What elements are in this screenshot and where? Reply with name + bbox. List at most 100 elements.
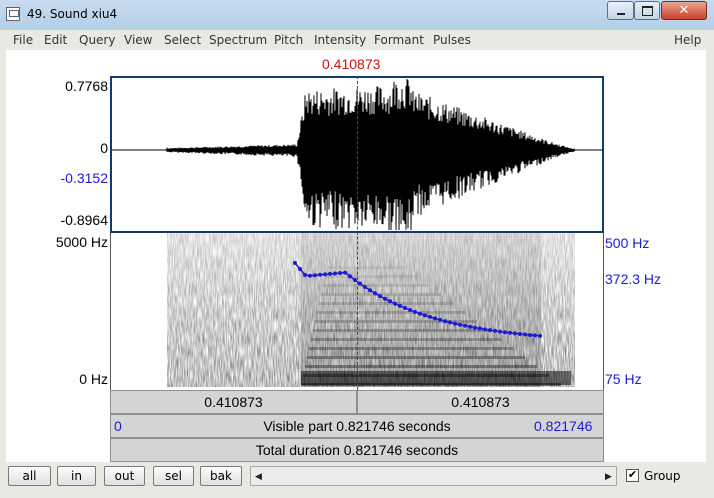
menu-select[interactable]: Select: [164, 33, 201, 47]
minimize-button[interactable]: [607, 1, 634, 20]
pitch-point: [408, 308, 412, 312]
visible-part-bar[interactable]: Visible part 0.821746 seconds: [110, 414, 604, 438]
total-duration-bar[interactable]: Total duration 0.821746 seconds: [110, 438, 604, 462]
pitch-min-label: 75 Hz: [605, 371, 642, 387]
pitch-point: [403, 306, 407, 310]
close-button[interactable]: ✕: [661, 1, 707, 20]
spec-fmax-label: 5000 Hz: [55, 234, 108, 250]
pitch-point: [513, 331, 517, 336]
pitch-point: [343, 270, 347, 275]
pitch-point: [423, 313, 427, 318]
spec-fmin-label: 0 Hz: [79, 371, 108, 387]
menu-query[interactable]: Query: [79, 33, 115, 47]
app-icon[interactable]: [6, 7, 20, 21]
maximize-button[interactable]: [634, 1, 660, 20]
maximize-icon: [641, 5, 653, 16]
pitch-point: [478, 326, 482, 331]
visible-end-label: 0.821746: [534, 418, 593, 434]
pitch-point: [318, 272, 322, 277]
pitch-point: [368, 288, 372, 293]
pitch-point: [303, 273, 307, 277]
pitch-point: [398, 303, 402, 308]
scroll-right-icon[interactable]: ▶: [601, 467, 616, 485]
pitch-point: [313, 273, 317, 278]
wave-ymin-label: -0.8964: [60, 212, 108, 228]
horizontal-scrollbar[interactable]: ◀ ▶: [250, 466, 617, 486]
pitch-point: [333, 271, 337, 276]
pitch-point: [488, 328, 492, 333]
pitch-point: [308, 273, 312, 278]
pitch-point: [453, 321, 457, 326]
zoom-in-button[interactable]: in: [57, 466, 96, 486]
menu-pulses[interactable]: Pulses: [433, 33, 471, 47]
segment-left-label: 0.410873: [204, 394, 263, 410]
menu-help[interactable]: Help: [674, 33, 701, 47]
pitch-value-label: 372.3 Hz: [605, 271, 662, 287]
pitch-point: [383, 296, 387, 301]
menu-intensity[interactable]: Intensity: [314, 33, 366, 47]
pitch-point: [298, 267, 302, 271]
visible-part-label: Visible part 0.821746 seconds: [263, 418, 451, 434]
scroll-left-icon[interactable]: ◀: [251, 467, 266, 485]
pitch-point: [363, 285, 367, 289]
pitch-point: [433, 316, 437, 321]
pitch-point: [508, 330, 512, 335]
checkmark-icon: ✔: [627, 469, 638, 481]
pitch-point: [358, 281, 362, 286]
wave-marker-label: -0.3152: [60, 170, 108, 186]
minimize-icon: [616, 12, 625, 15]
menu-file[interactable]: File: [13, 33, 33, 47]
segment-right[interactable]: 0.410873: [357, 390, 604, 414]
menu-bar: File Edit Query View Select Spectrum Pit…: [0, 30, 714, 50]
pitch-point: [493, 328, 497, 333]
window-title: 49. Sound xiu4: [27, 7, 118, 21]
pitch-point: [518, 332, 522, 336]
zoom-selection-button[interactable]: sel: [153, 466, 194, 486]
menu-formant[interactable]: Formant: [374, 33, 424, 47]
pitch-point: [393, 301, 397, 306]
pitch-point: [378, 294, 382, 299]
pitch-point: [473, 325, 477, 330]
wave-ymax-label: 0.7768: [65, 78, 108, 94]
zoom-out-button[interactable]: out: [104, 466, 145, 486]
menu-edit[interactable]: Edit: [44, 33, 67, 47]
pitch-max-label: 500 Hz: [605, 235, 650, 251]
pitch-point: [323, 272, 327, 277]
pitch-point: [328, 271, 332, 276]
total-duration-label: Total duration 0.821746 seconds: [255, 442, 459, 458]
pitch-point: [538, 333, 542, 338]
pitch-point: [498, 329, 502, 334]
pitch-point: [533, 333, 537, 338]
pitch-point: [293, 261, 297, 265]
pitch-point: [388, 299, 392, 304]
menu-pitch[interactable]: Pitch: [274, 33, 303, 47]
menu-view[interactable]: View: [124, 33, 152, 47]
pitch-point: [448, 320, 452, 325]
cursor-time-label: 0.410873: [322, 56, 381, 72]
pitch-point: [428, 314, 432, 319]
pitch-point: [463, 323, 467, 328]
zoom-back-button[interactable]: bak: [200, 466, 242, 486]
pitch-point: [528, 333, 532, 337]
segment-left[interactable]: 0.410873: [110, 390, 357, 414]
group-checkbox[interactable]: ✔: [626, 469, 639, 482]
zoom-all-button[interactable]: all: [8, 466, 51, 486]
pitch-point: [458, 322, 462, 327]
visible-start-label: 0: [114, 418, 122, 434]
group-label: Group: [644, 469, 681, 483]
pitch-point: [413, 309, 417, 314]
pitch-point: [468, 324, 472, 329]
pitch-point: [418, 311, 422, 316]
pitch-point: [348, 274, 352, 279]
menu-spectrum[interactable]: Spectrum: [209, 33, 267, 47]
pitch-point: [443, 319, 447, 324]
pitch-point: [338, 271, 342, 275]
segment-right-label: 0.410873: [451, 394, 510, 410]
pitch-point: [438, 317, 442, 322]
cursor-line: [357, 76, 358, 390]
pitch-point: [373, 291, 377, 296]
title-bar: 49. Sound xiu4 ✕: [0, 0, 714, 31]
pitch-point: [483, 327, 487, 332]
pitch-point: [503, 330, 507, 335]
close-icon: ✕: [678, 3, 690, 18]
